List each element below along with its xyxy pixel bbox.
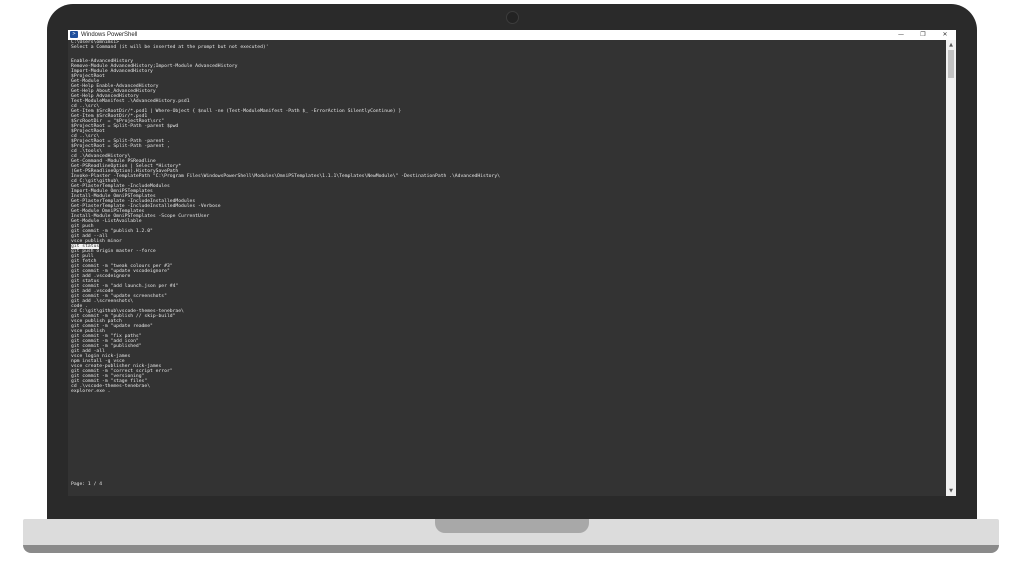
- prompt-line: Select a Command (it will be inserted at…: [71, 45, 269, 50]
- powershell-icon: >: [70, 31, 78, 38]
- scroll-down-arrow-icon[interactable]: ▼: [946, 487, 956, 495]
- command-item[interactable]: vsce publish minor: [71, 239, 500, 244]
- minimize-button[interactable]: —: [890, 30, 912, 40]
- webcam-icon: [506, 11, 519, 24]
- scrollbar-thumb[interactable]: [948, 50, 954, 78]
- command-list[interactable]: Enable-AdvancedHistory Remove-Module Adva…: [71, 59, 500, 394]
- laptop-base-bottom: [23, 545, 999, 553]
- window-titlebar[interactable]: > Windows PowerShell — ❐ ✕: [68, 30, 956, 40]
- command-item[interactable]: explorer.exe .: [71, 389, 500, 394]
- scrollbar[interactable]: ▲ ▼: [946, 40, 956, 496]
- laptop-notch: [435, 519, 589, 533]
- scroll-up-arrow-icon[interactable]: ▲: [946, 41, 956, 49]
- command-item[interactable]: Invoke-Plaster -TemplatePath "C:\Program…: [71, 174, 500, 179]
- console-header: C:\Users\omnimsi> Select a Command (it wi…: [71, 40, 269, 50]
- window-title: Windows PowerShell: [81, 32, 138, 38]
- close-button[interactable]: ✕: [934, 30, 956, 40]
- console-area[interactable]: C:\Users\omnimsi> Select a Command (it wi…: [68, 40, 946, 496]
- maximize-button[interactable]: ❐: [912, 30, 934, 40]
- screen: > Windows PowerShell — ❐ ✕ C:\Users\omni…: [68, 30, 956, 496]
- page-indicator: Page: 1 / 4: [71, 482, 103, 487]
